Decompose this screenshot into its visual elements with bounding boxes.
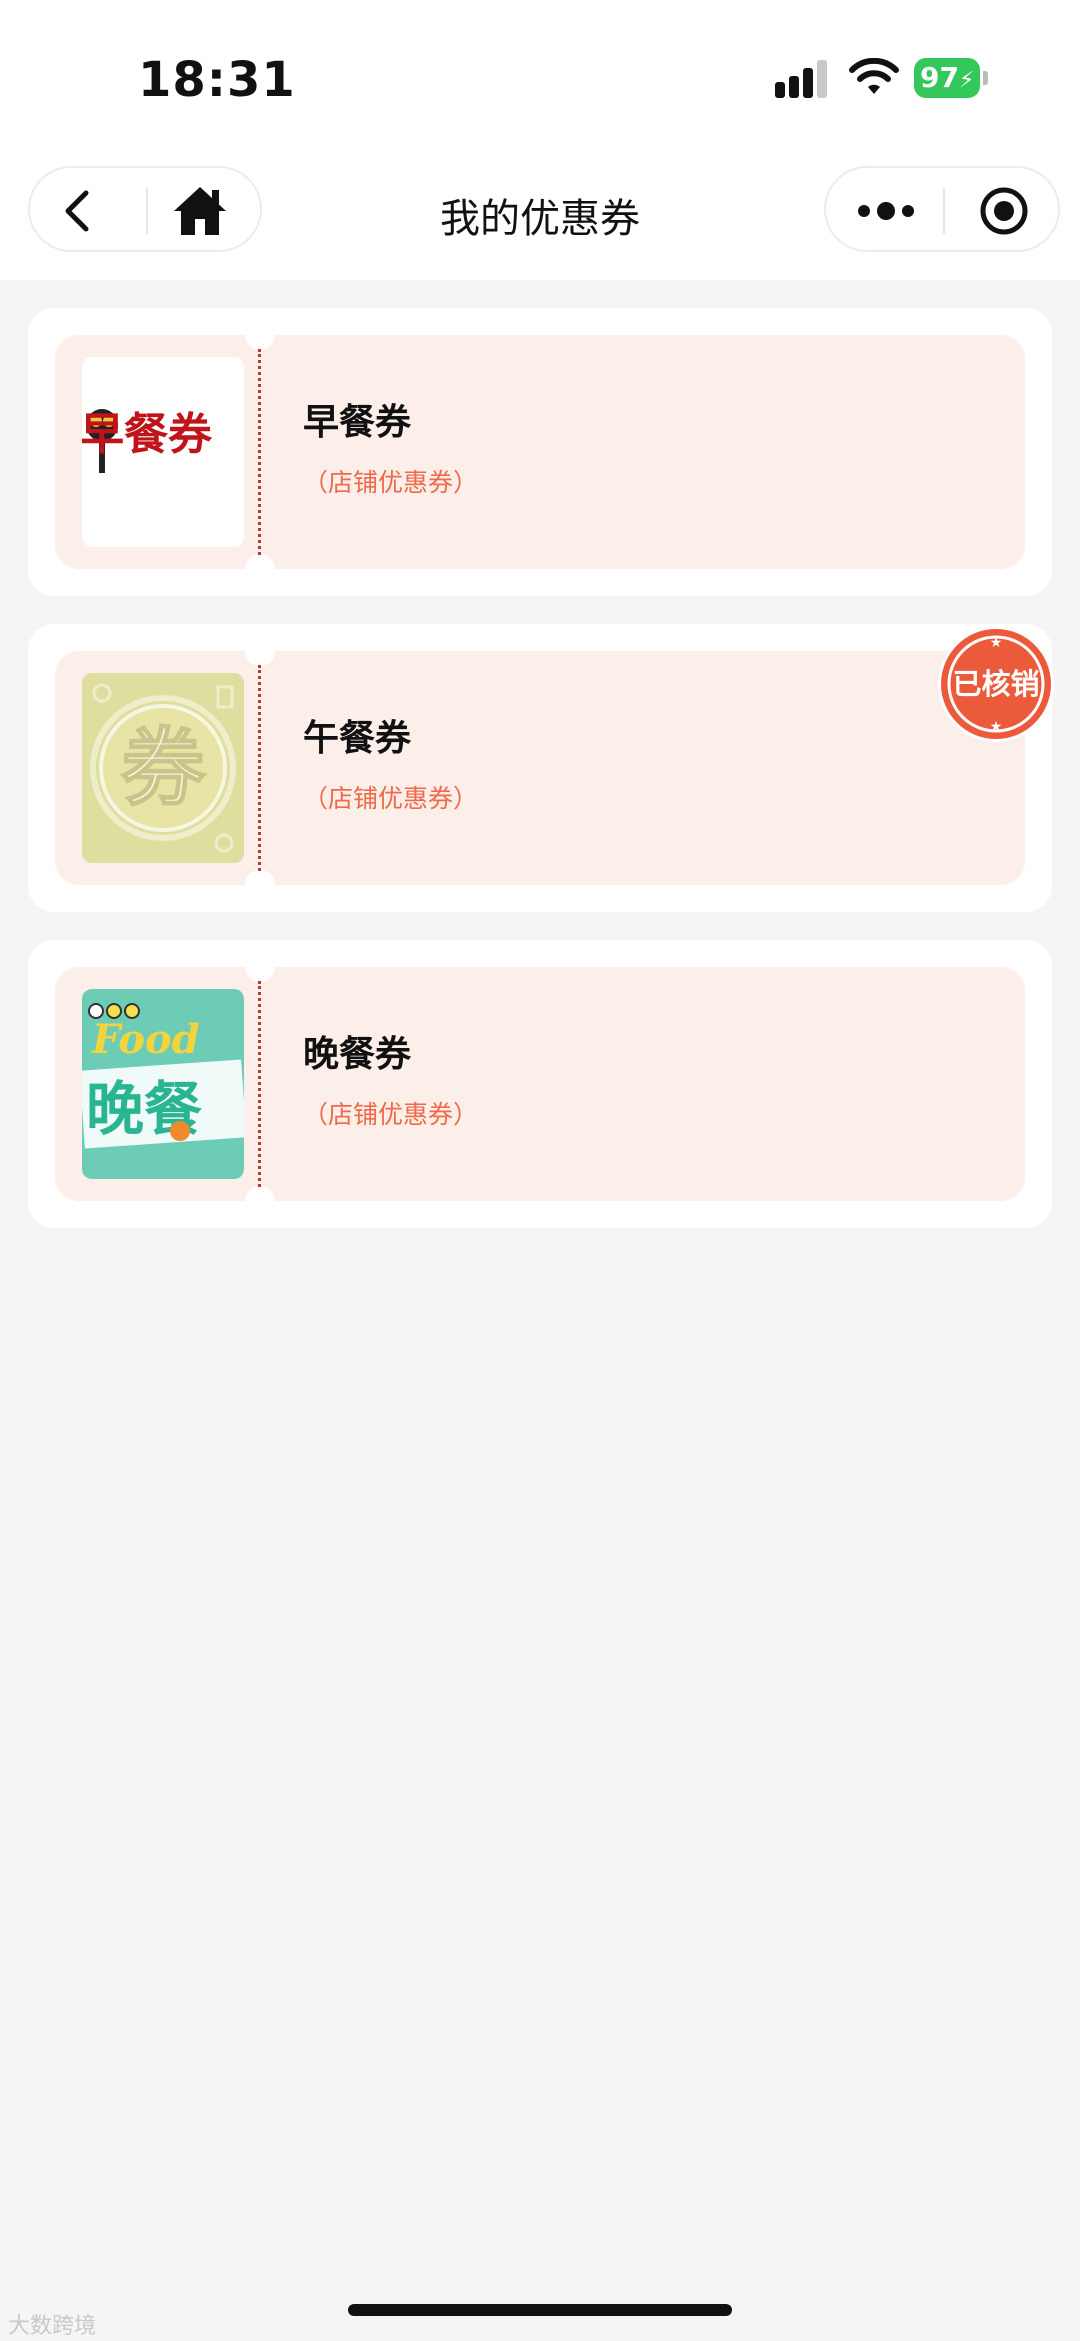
coupon-type: （店铺优惠券） — [303, 1100, 479, 1129]
home-indicator[interactable] — [348, 2304, 732, 2316]
svg-text:★: ★ — [990, 635, 1003, 651]
dinner-coupon-image: Food 晚餐 — [82, 1003, 244, 1149]
coupon-name: 早餐券 — [303, 402, 412, 443]
nav-capsule-right — [824, 166, 1060, 252]
perforation-line — [258, 349, 261, 555]
thumb-text: 券 — [121, 719, 206, 817]
cellular-signal-icon — [775, 60, 827, 98]
svg-text:★: ★ — [990, 719, 1003, 735]
coupon-ticket: 早餐券 早餐券 （店铺优惠券） — [55, 335, 1025, 569]
watermark: 大数跨境 — [8, 2314, 97, 2339]
coupon-type: （店铺优惠券） — [303, 784, 479, 813]
coupon-thumbnail: Food 晚餐 — [82, 989, 244, 1179]
coupon-name: 午餐券 — [303, 718, 412, 759]
capsule-divider — [943, 188, 945, 234]
thumb-text: 早餐券 — [82, 409, 213, 460]
perforation-line — [258, 981, 261, 1187]
stamp-text: 已核销 — [952, 667, 1039, 701]
more-options-icon[interactable] — [848, 181, 924, 241]
lunch-coupon-image: 券 — [90, 683, 236, 853]
coupon-card[interactable]: 早餐券 早餐券 （店铺优惠券） — [28, 308, 1052, 596]
coupon-thumbnail: 早餐券 — [82, 357, 244, 547]
thumb-word: Food — [91, 1016, 200, 1063]
close-miniprogram-icon[interactable] — [974, 181, 1034, 241]
battery-icon: 97⚡ — [914, 58, 988, 98]
coupon-ticket: 券 午餐券 （店铺优惠券） — [55, 651, 1025, 885]
coupon-card[interactable]: 券 午餐券 （店铺优惠券） — [28, 624, 1052, 912]
status-time: 18:31 — [138, 52, 296, 108]
coupon-thumbnail: 券 — [82, 673, 244, 863]
perforation-line — [258, 665, 261, 871]
breakfast-coupon-image: 早餐券 — [82, 409, 213, 473]
battery-level: 97 — [920, 61, 959, 94]
coupon-type: （店铺优惠券） — [303, 468, 479, 497]
redeemed-stamp: ★ ★ 已核销 — [938, 626, 1054, 742]
wifi-icon — [849, 58, 899, 94]
navigation-bar: 我的优惠券 — [0, 150, 1080, 280]
coupon-card[interactable]: Food 晚餐 晚餐券 （店铺优惠券） — [28, 940, 1052, 1228]
coupon-ticket: Food 晚餐 晚餐券 （店铺优惠券） — [55, 967, 1025, 1201]
coupon-name: 晚餐券 — [303, 1034, 412, 1075]
status-bar: 18:31 97⚡ — [0, 0, 1080, 150]
